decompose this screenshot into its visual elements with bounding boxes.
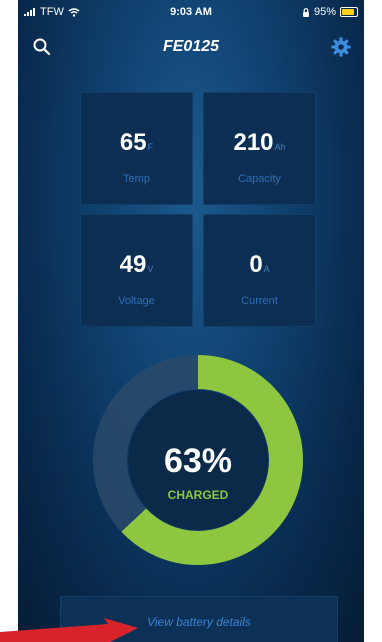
stat-tile-current: 0A Current xyxy=(203,214,316,327)
stat-value: 0 xyxy=(249,251,263,278)
charge-status-label: CHARGED xyxy=(167,488,229,502)
stat-unit: Ah xyxy=(274,142,286,152)
stat-label: Current xyxy=(241,295,278,307)
battery-percent: 95% xyxy=(313,6,336,18)
status-bar: TFW 9:03 AM 95% xyxy=(18,0,364,26)
page-title: FE0125 xyxy=(162,38,220,55)
stat-tile-capacity: 210Ah Capacity xyxy=(203,92,316,205)
nav-bar: FE0125 xyxy=(18,28,364,64)
charge-percent: 63% xyxy=(163,442,233,480)
stat-label: Capacity xyxy=(238,173,281,185)
stat-unit: A xyxy=(263,264,270,274)
stat-value: 65 xyxy=(119,129,147,156)
stat-label: Temp xyxy=(123,173,150,185)
orientation-lock-icon xyxy=(302,7,309,17)
stat-unit: V xyxy=(147,264,154,274)
stat-tile-voltage: 49V Voltage xyxy=(80,214,193,327)
gear-icon[interactable] xyxy=(330,36,352,58)
stat-unit: F xyxy=(147,142,154,152)
stat-label: Voltage xyxy=(118,295,155,307)
stat-tile-temp: 65F Temp xyxy=(80,92,193,205)
red-arrow-annotation xyxy=(0,618,138,642)
battery-icon xyxy=(340,7,358,17)
status-right: 95% xyxy=(302,6,358,18)
stat-value: 49 xyxy=(119,251,147,278)
stat-value: 210 xyxy=(233,129,274,156)
app-screen: TFW 9:03 AM 95% FE0125 65F Temp 210Ah Ca… xyxy=(18,0,364,642)
charge-gauge: 63% CHARGED xyxy=(90,352,306,568)
